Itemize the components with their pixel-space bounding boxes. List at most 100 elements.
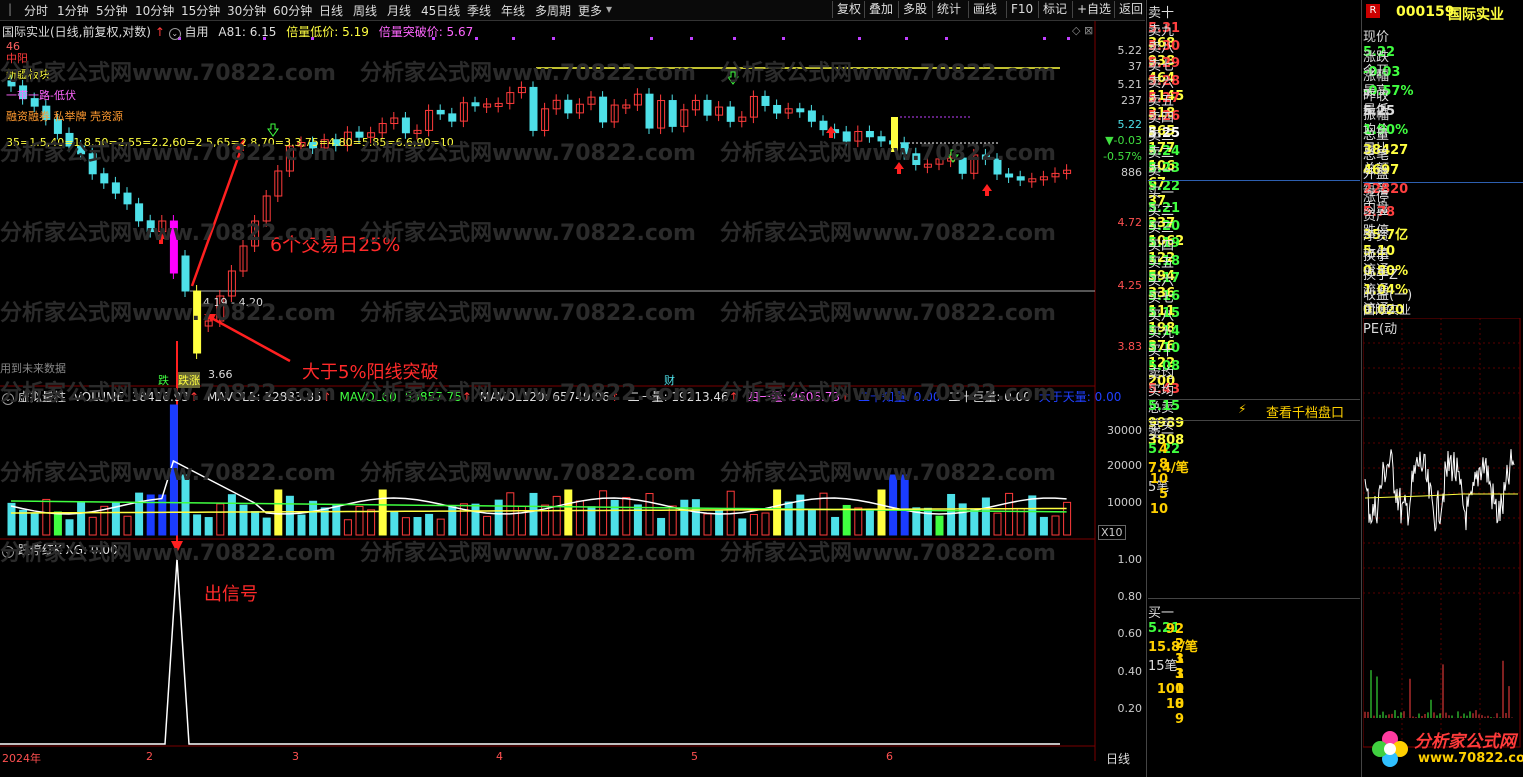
down-arrow-icon bbox=[947, 149, 959, 163]
volume-bar bbox=[807, 509, 816, 536]
view-thousand-button[interactable]: ⚡ 查看千档盘口 bbox=[1148, 399, 1360, 421]
period-tab[interactable]: 60分钟 bbox=[273, 2, 312, 19]
level-name: 买四 bbox=[1148, 238, 1175, 254]
queue-sell-header: 卖一 5.22 7.4/笔 5笔 bbox=[1148, 427, 1189, 495]
level-name: 买三 bbox=[1148, 221, 1175, 236]
volume-bar bbox=[877, 489, 886, 536]
order-book-row[interactable]: 卖九 5.30 938 bbox=[1148, 20, 1360, 69]
period-tab[interactable]: 45日线 bbox=[421, 2, 460, 19]
divider bbox=[1148, 180, 1360, 181]
tool-button[interactable]: +自选 bbox=[1072, 1, 1115, 18]
tool-button[interactable]: 画线 bbox=[968, 1, 1001, 18]
order-book-row[interactable]: 买四 5.18 594 bbox=[1148, 235, 1360, 284]
period-tab[interactable]: 15分钟 bbox=[181, 2, 220, 19]
down-arrow-icon bbox=[727, 71, 739, 85]
chevron-down-icon[interactable]: ⌄ bbox=[168, 28, 181, 40]
signal-chart-title: ⌄ 跌停红K XG: 0.00 bbox=[2, 541, 118, 558]
period-label: 日线 bbox=[1106, 752, 1131, 766]
annotation-arrow bbox=[190, 140, 246, 287]
mini-price-line bbox=[1364, 449, 1515, 532]
order-book-row[interactable]: 卖四 5.25 177 bbox=[1148, 107, 1360, 156]
avg-sell-row: 卖均 5.43 总卖 9989 bbox=[1148, 367, 1185, 431]
vol-yaxis-label: 30000 bbox=[1107, 424, 1142, 437]
order-book-row[interactable]: 买三 5.19 122 bbox=[1148, 217, 1360, 266]
volume-bar bbox=[88, 516, 97, 536]
period-tab[interactable]: 月线 bbox=[387, 2, 411, 19]
chart-control-icons[interactable]: ◇ ⊠ bbox=[1072, 24, 1093, 37]
order-book-row[interactable]: 卖三 5.24 106 bbox=[1148, 125, 1360, 174]
quote-row: 收益(一) 0.020 PE(动 bbox=[1363, 284, 1523, 337]
tool-button[interactable]: 复权 bbox=[832, 1, 865, 18]
order-book-row[interactable]: 买九 5.10 122 bbox=[1148, 322, 1360, 371]
volume-bar bbox=[819, 492, 828, 536]
tool-button[interactable]: 标记 bbox=[1038, 1, 1071, 18]
candle-body bbox=[135, 203, 144, 222]
order-book-row[interactable]: 卖七 5.28 1145 bbox=[1148, 55, 1360, 104]
quote-label: 外盘 bbox=[1363, 167, 1390, 183]
order-book-row[interactable]: 卖六 5.27 318 bbox=[1148, 72, 1360, 121]
volume-bar bbox=[703, 513, 712, 536]
period-tab[interactable]: 5分钟 bbox=[96, 2, 128, 19]
queue-sell-cells: 4 8 10 5 10 bbox=[1149, 442, 1168, 517]
volume-bar bbox=[854, 507, 863, 536]
quote-row: 外盘 22820 内盘 bbox=[1363, 163, 1523, 216]
candle-body bbox=[796, 108, 805, 113]
period-tab[interactable]: 年线 bbox=[501, 2, 525, 19]
period-tab[interactable]: 30分钟 bbox=[227, 2, 266, 19]
period-tab[interactable]: 日线 bbox=[319, 2, 343, 19]
order-book-row[interactable]: 卖八 5.29 464 bbox=[1148, 37, 1360, 86]
period-tab[interactable]: 10分钟 bbox=[135, 2, 174, 19]
order-book-row[interactable]: 买八 5.14 376 bbox=[1148, 305, 1360, 354]
chevron-down-icon[interactable]: ⌄ bbox=[2, 546, 14, 558]
order-book-row[interactable]: 买七 5.15 198 bbox=[1148, 287, 1360, 336]
order-book-row[interactable]: 买六 5.16 111 bbox=[1148, 270, 1360, 319]
order-book-row[interactable]: 买一 5.21 237 bbox=[1148, 182, 1360, 231]
volume-bar bbox=[30, 513, 39, 536]
candle-body bbox=[599, 96, 608, 123]
big-day-value: 大于天量: 0.00 bbox=[1038, 390, 1122, 404]
candle-body bbox=[169, 220, 178, 274]
volume-bar bbox=[993, 512, 1002, 536]
order-book-row[interactable]: 卖十 5.31 368 bbox=[1148, 2, 1360, 51]
stock-code: 000159 bbox=[1396, 4, 1455, 20]
avg-buy-row: 买均 5.15 总买 3808 bbox=[1148, 384, 1185, 448]
period-tab[interactable]: 分时 bbox=[24, 2, 48, 19]
volume-bar bbox=[193, 514, 202, 536]
period-tab[interactable]: 更多 bbox=[578, 2, 602, 19]
xaxis-label: 5 bbox=[691, 750, 698, 763]
quote-row: 总笔 4697 每笔 bbox=[1363, 144, 1523, 197]
divider bbox=[1148, 598, 1360, 599]
order-book-row[interactable]: 买二 5.20 1062 bbox=[1148, 200, 1360, 249]
stock-name: 国际实业 bbox=[1448, 7, 1504, 23]
period-tab[interactable]: 周线 bbox=[353, 2, 377, 19]
tool-button[interactable]: 多股 bbox=[898, 1, 931, 18]
order-book-row[interactable]: 买十 5.08 200 bbox=[1148, 340, 1360, 389]
tool-button[interactable]: 叠加 bbox=[864, 1, 897, 18]
tag-other: 融资融券 私举牌 壳资源 bbox=[6, 110, 123, 123]
chevron-down-icon[interactable]: ⌄ bbox=[2, 393, 14, 405]
volume-bar bbox=[436, 518, 445, 536]
volume-bar bbox=[889, 474, 898, 536]
period-tab[interactable]: 多周期 bbox=[535, 2, 571, 19]
order-book-row[interactable]: 买五 5.17 336 bbox=[1148, 252, 1360, 301]
tool-button[interactable]: 统计 bbox=[932, 1, 965, 18]
candle-body bbox=[471, 102, 480, 107]
quote-label: 现价 bbox=[1363, 30, 1390, 45]
volume-bar bbox=[251, 511, 260, 536]
period-tab[interactable]: 季线 bbox=[467, 2, 491, 19]
volume-bar bbox=[761, 512, 770, 536]
order-book-row[interactable]: 卖五 5.26 265 bbox=[1148, 90, 1360, 139]
period-tab[interactable]: 1分钟 bbox=[57, 2, 89, 19]
order-book-row[interactable]: 卖二 5.23 67 bbox=[1148, 142, 1360, 191]
order-book-row[interactable]: 卖一 5.22 37 bbox=[1148, 160, 1360, 209]
level-name: 卖七 bbox=[1148, 58, 1175, 74]
signal-dot bbox=[690, 37, 693, 40]
queue-buy-cells: 2 1 3 100 8 bbox=[1156, 637, 1184, 712]
volume-bar bbox=[297, 514, 306, 536]
level-name: 卖九 bbox=[1148, 23, 1175, 39]
level-name: 卖五 bbox=[1148, 93, 1175, 109]
low-price-value: 倍量低价: 5.19 bbox=[286, 25, 369, 39]
tool-button[interactable]: 返回 bbox=[1114, 1, 1147, 18]
tool-button[interactable]: F10 bbox=[1006, 1, 1037, 18]
signal-dot bbox=[650, 37, 653, 40]
